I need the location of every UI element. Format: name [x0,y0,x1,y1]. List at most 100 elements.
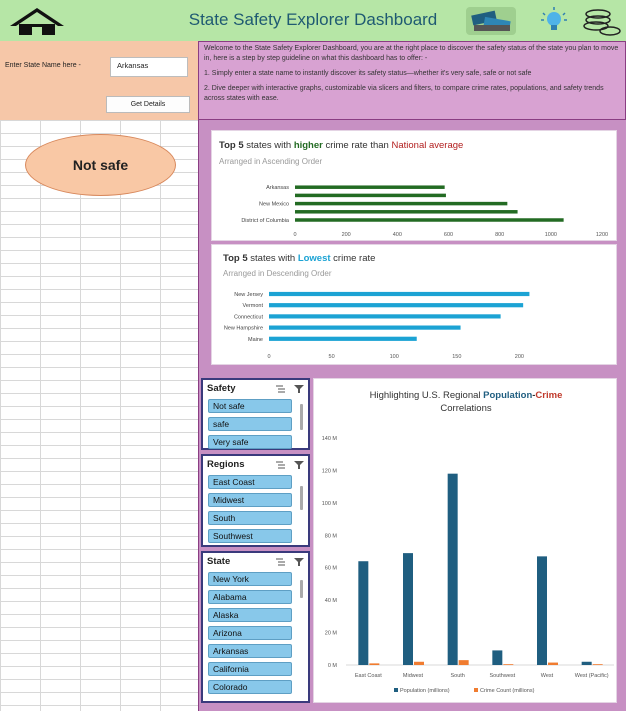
population-bar [358,561,369,665]
population-bar [447,473,458,665]
welcome-intro: Welcome to the State Safety Explorer Das… [204,45,619,62]
welcome-panel: Welcome to the State Safety Explorer Das… [198,41,626,120]
crime-bar [548,662,558,665]
category-label: South [450,673,464,679]
axis-tick-label: 600 [444,232,453,238]
legend-swatch [394,688,398,692]
clear-filter-icon [294,461,304,469]
slicer-item[interactable]: Alaska [208,608,292,622]
welcome-step-1: 1. Simply enter a state name to instantl… [204,70,532,77]
axis-tick-label: 1200 [596,232,608,238]
category-label: West (Pacific) [575,673,609,679]
category-label: New Jersey [234,292,263,298]
slicer-item[interactable]: South [208,511,292,525]
axis-tick-label: 100 M [322,501,338,507]
clear-filter-icon [294,558,304,566]
axis-tick-label: 120 M [322,468,338,474]
category-label: Vermont [243,303,264,309]
axis-tick-label: 60 M [325,566,338,572]
population-bar [403,553,413,665]
crime-bar [369,663,380,665]
axis-tick-label: 0 M [328,663,338,669]
slicer-header-icons [276,461,304,469]
slicer-item[interactable]: California [208,662,292,676]
slicer-item[interactable]: East Coast [208,475,292,489]
spreadsheet-grid [0,120,198,711]
category-label: Arkansas [266,185,289,191]
bar [295,185,445,189]
clear-filter-icon [294,385,304,393]
slicer-item[interactable]: Not safe [208,399,292,413]
multi-select-icon [276,558,285,566]
slicer-title: Regions [207,459,245,470]
bar [269,325,461,330]
crime-bar [503,664,514,665]
slicer-item[interactable]: Colorado [208,680,292,694]
slicer-header-icons [276,558,304,566]
bar [269,314,501,319]
state-name-input[interactable]: Arkansas [110,57,188,77]
slicer-item[interactable]: Very safe [208,435,292,449]
slicer-item[interactable]: Midwest [208,493,292,507]
axis-tick-label: 200 [515,354,524,360]
axis-tick-label: 150 [452,354,461,360]
legend-label: Population (millions) [400,688,450,694]
axis-tick-label: 800 [495,232,504,238]
axis-tick-label: 20 M [325,631,338,637]
multi-select-icon [276,461,285,469]
lightbulb-icon [541,7,567,30]
slicer-item[interactable]: Alabama [208,590,292,604]
slicer-item[interactable]: Arkansas [208,644,292,658]
slicer-title: State [207,556,231,567]
header-icons [466,5,622,44]
bar [295,210,518,214]
bar [295,218,564,222]
axis-tick-label: 140 M [322,436,338,442]
safety-status-badge: Not safe [25,134,176,196]
crime-bar [414,661,424,665]
state-name-label: Enter State Name here - [5,62,81,69]
axis-tick-label: 0 [293,232,296,238]
slicer-scrollbar[interactable] [300,486,303,510]
slicer-scrollbar[interactable] [300,404,303,430]
state-slicer: State New York Alabama Alaska Arizona Arkans… [201,551,310,703]
bar [269,303,524,308]
population-bar [581,661,592,665]
axis-tick-label: 200 [342,232,351,238]
slicer-item[interactable]: New York [208,572,292,586]
category-label: East Coast [355,673,382,679]
coins-icon [583,9,621,36]
category-label: Maine [248,337,263,343]
category-label: District of Columbia [241,218,290,224]
legend-label: Crime Count (millions) [480,688,535,694]
axis-tick-label: 80 M [325,533,338,539]
slicer-header-icons [276,385,304,393]
axis-tick-label: 100 [390,354,399,360]
slicer-item[interactable]: safe [208,417,292,431]
population-bar [537,556,547,665]
bar [295,193,446,198]
axis-tick-label: 0 [267,354,270,360]
category-label: West [541,673,554,679]
regions-slicer: Regions East Coast Midwest South Southwest [201,454,310,547]
slicer-item[interactable]: Arizona [208,626,292,640]
axis-tick-label: 1000 [545,232,557,238]
top5-higher-crime-chart: Top 5 states with higher crime rate than… [211,130,617,241]
regional-population-crime-chart: Highlighting U.S. Regional Population-Cr… [313,378,617,703]
get-details-button[interactable]: Get Details [106,96,190,113]
slicer-item[interactable]: Southwest [208,529,292,543]
axis-tick-label: 40 M [325,598,338,604]
chart-plot: District of Columbia New Mexico Arkansas 0 2… [241,185,608,238]
slicer-title: Safety [207,383,236,394]
crime-bar [592,664,603,665]
bar [295,201,508,206]
axis-tick-label: 50 [329,354,335,360]
safety-slicer: Safety Not safe safe Very safe [201,378,310,450]
crime-bar [458,660,469,665]
category-label: New Hampshire [224,326,263,332]
slicer-scrollbar[interactable] [300,580,303,598]
category-label: Connecticut [234,314,264,320]
top5-lowest-crime-chart: Top 5 states with Lowest crime rate Arra… [211,244,617,365]
axis-tick-label: 400 [393,232,402,238]
population-bar [492,650,503,665]
